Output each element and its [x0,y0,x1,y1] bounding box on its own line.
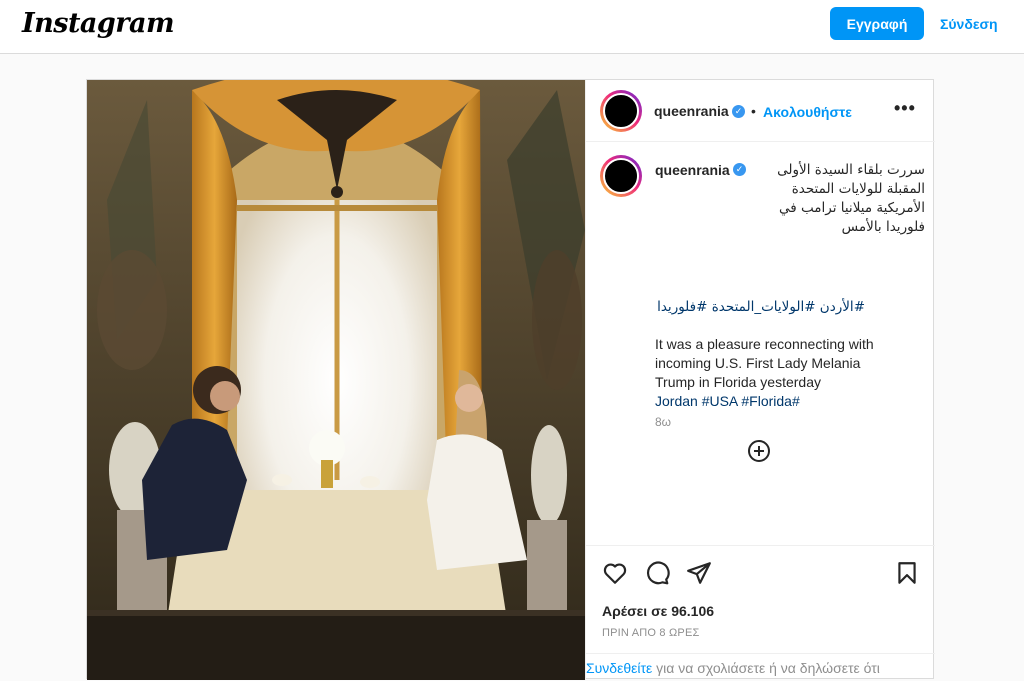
caption-english-hashtags[interactable]: Jordan #USA #Florida# [655,392,925,411]
separator-dot: • [751,103,756,119]
caption-arabic-line: سررت بلقاء السيدة الأولى المقبلة للولايا… [777,162,925,235]
plus-circle-icon[interactable] [747,439,771,463]
caption-arabic-text: سررت بلقاء السيدة الأولى المقبلة للولايا… [655,161,925,237]
signup-button[interactable]: Εγγραφή [830,7,924,40]
post-card: queenrania ✓ • Ακολουθήστε ••• queenrani… [86,79,935,680]
heart-icon[interactable] [602,560,628,586]
comment-login-prompt: Συνδεθείτε για να σχολιάσετε ή να δηλώσε… [586,653,935,681]
post-photo-illustration [87,80,585,680]
author-username[interactable]: queenrania [654,103,729,119]
post-sidebar: queenrania ✓ • Ακολουθήστε ••• queenrani… [585,80,935,680]
caption-time-ago: 8ω [655,415,672,429]
comment-icon[interactable] [644,560,670,586]
follow-button[interactable]: Ακολουθήστε [763,104,852,120]
post-photo[interactable] [87,80,585,680]
login-link[interactable]: Σύνδεση [940,16,998,32]
likes-count[interactable]: Αρέσει σε 96.106 [602,603,714,619]
caption-avatar[interactable] [600,155,642,197]
top-navigation-bar: Instagram Εγγραφή Σύνδεση [0,0,1024,54]
post-header: queenrania ✓ • Ακολουθήστε ••• [586,80,935,142]
post-timestamp: ΠΡΙΝ ΑΠΟ 8 ΩΡΕΣ [602,627,700,639]
comment-login-link[interactable]: Συνδεθείτε [586,660,652,676]
caption-arabic-hashtags[interactable]: #الأردن #الولايات_المتحدة #فلوريدا [655,298,865,317]
bookmark-icon[interactable] [894,560,920,586]
instagram-logo[interactable]: Instagram [22,8,175,39]
author-avatar[interactable] [600,90,642,132]
comment-login-text: για να σχολιάσετε ή να δηλώσετε ότι [652,660,880,676]
verified-badge-icon: ✓ [732,105,745,118]
caption-english-text: It was a pleasure reconnecting with inco… [655,336,874,390]
more-options-icon[interactable]: ••• [894,98,916,119]
post-actions: Αρέσει σε 96.106 ΠΡΙΝ ΑΠΟ 8 ΩΡΕΣ Συνδεθε… [586,545,935,680]
send-icon[interactable] [686,560,712,586]
